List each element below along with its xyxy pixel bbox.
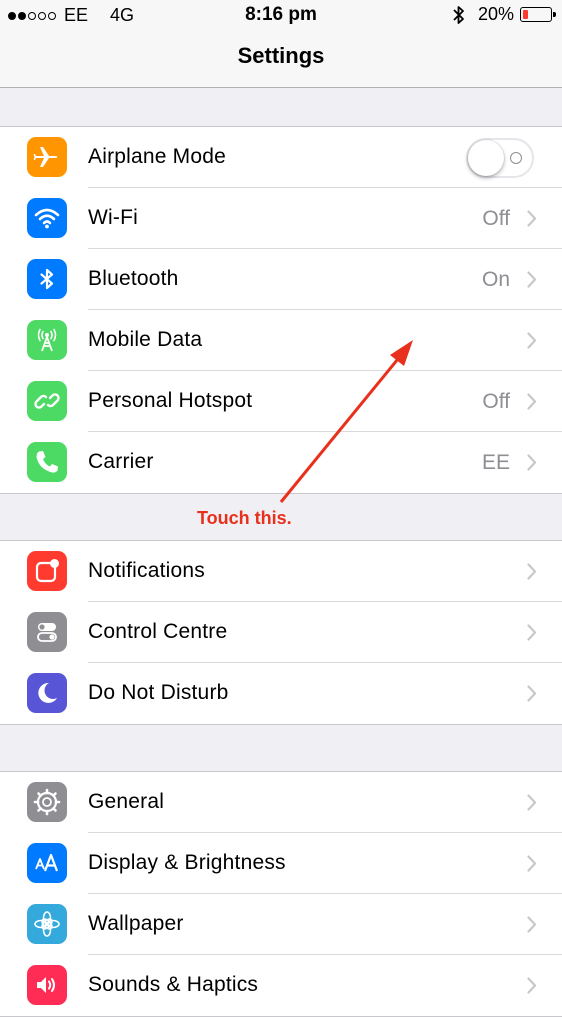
phone-icon	[27, 442, 67, 482]
row-value: EE	[481, 451, 510, 474]
speaker-icon	[27, 965, 67, 1005]
settings-row-sounds-haptics[interactable]: Sounds & Haptics	[0, 955, 562, 1016]
chevron-right-icon	[527, 794, 537, 811]
settings-row-mobile-data[interactable]: Mobile Data	[0, 310, 562, 371]
settings-row-display-brightness[interactable]: Display & Brightness	[0, 833, 562, 894]
settings-row-control-centre[interactable]: Control Centre	[0, 602, 562, 663]
airplane-icon	[27, 137, 67, 177]
connectivity-group: Airplane Mode Wi-Fi Off Bluetooth On Mob…	[0, 126, 562, 494]
page-title: Settings	[237, 43, 325, 68]
chevron-right-icon	[527, 685, 537, 702]
status-bar: EE 4G 8:16 pm 20%	[0, 0, 562, 30]
notifications-icon	[27, 551, 67, 591]
bluetooth-status-icon	[453, 5, 464, 24]
settings-row-carrier[interactable]: Carrier EE	[0, 432, 562, 493]
text-size-icon	[27, 843, 67, 883]
chevron-right-icon	[527, 393, 537, 410]
chevron-right-icon	[527, 454, 537, 471]
row-label: Control Centre	[88, 620, 228, 643]
hotspot-link-icon	[27, 381, 67, 421]
row-label: Mobile Data	[88, 328, 203, 351]
control-centre-icon	[27, 612, 67, 652]
row-label: Sounds & Haptics	[88, 973, 259, 996]
row-label: Airplane Mode	[88, 145, 227, 168]
row-label: Wi-Fi	[88, 206, 138, 229]
settings-row-wallpaper[interactable]: Wallpaper	[0, 894, 562, 955]
row-value: On	[481, 268, 510, 291]
settings-row-general[interactable]: General	[0, 772, 562, 833]
row-label: Wallpaper	[88, 912, 184, 935]
toggle-knob	[468, 140, 504, 176]
row-label: Do Not Disturb	[88, 681, 229, 704]
row-label: Bluetooth	[88, 267, 179, 290]
settings-row-bluetooth[interactable]: Bluetooth On	[0, 249, 562, 310]
wifi-icon	[27, 198, 67, 238]
bluetooth-icon	[27, 259, 67, 299]
chevron-right-icon	[527, 916, 537, 933]
chevron-right-icon	[527, 563, 537, 580]
gear-icon	[27, 782, 67, 822]
airplane-mode-toggle[interactable]	[466, 138, 534, 178]
battery-percent: 20%	[477, 4, 514, 24]
settings-row-do-not-disturb[interactable]: Do Not Disturb	[0, 663, 562, 724]
notifications-group: Notifications Control Centre Do Not Dist…	[0, 540, 562, 725]
row-label: Notifications	[88, 559, 205, 582]
settings-row-wifi[interactable]: Wi-Fi Off	[0, 188, 562, 249]
general-group: General Display & Brightness Wallpaper S…	[0, 771, 562, 1017]
navigation-bar: Settings	[0, 30, 562, 88]
chevron-right-icon	[527, 624, 537, 641]
row-value: Off	[482, 390, 510, 413]
antenna-icon	[27, 320, 67, 360]
flower-icon	[27, 904, 67, 944]
settings-row-personal-hotspot[interactable]: Personal Hotspot Off	[0, 371, 562, 432]
chevron-right-icon	[527, 855, 537, 872]
row-label: Personal Hotspot	[88, 389, 253, 412]
annotation-text: Touch this.	[197, 508, 292, 528]
row-label: General	[88, 790, 165, 813]
row-value: Off	[482, 207, 510, 230]
chevron-right-icon	[527, 271, 537, 288]
toggle-off-indicator	[510, 152, 522, 164]
chevron-right-icon	[527, 210, 537, 227]
battery-icon	[520, 7, 556, 22]
moon-icon	[27, 673, 67, 713]
status-right: 20%	[452, 4, 556, 25]
row-label: Carrier	[88, 450, 154, 473]
chevron-right-icon	[527, 332, 537, 349]
chevron-right-icon	[527, 977, 537, 994]
row-label: Display & Brightness	[88, 851, 286, 874]
settings-row-notifications[interactable]: Notifications	[0, 541, 562, 602]
settings-row-airplane-mode[interactable]: Airplane Mode	[0, 127, 562, 188]
